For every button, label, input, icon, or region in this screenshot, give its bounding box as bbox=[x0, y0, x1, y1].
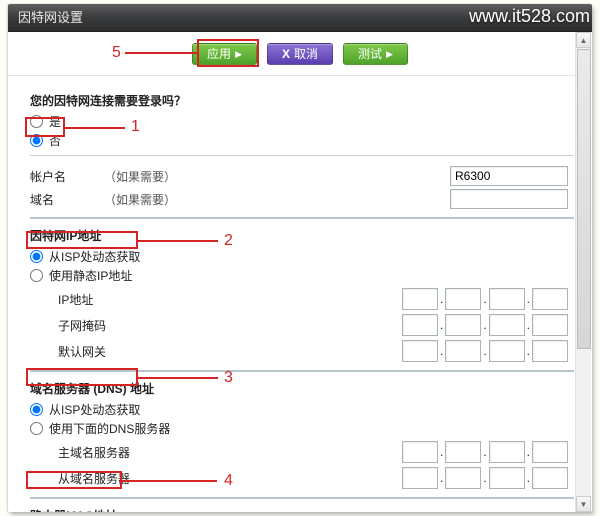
dns-manual-radio[interactable] bbox=[30, 422, 43, 435]
apply-label: 应用 bbox=[207, 44, 231, 64]
mask-oct-3[interactable] bbox=[489, 314, 525, 336]
dns2-oct-3[interactable] bbox=[489, 467, 525, 489]
dns1-oct-3[interactable] bbox=[489, 441, 525, 463]
settings-window: 因特网设置 应用 ▶ X 取消 测试 ▶ 您的因特网连接需要登录吗？ 是 否 帐… bbox=[8, 4, 592, 512]
content-area: 您的因特网连接需要登录吗？ 是 否 帐户名 （如果需要） 域名 （如果需要） 因… bbox=[8, 76, 592, 512]
ip-static-label: 使用静态IP地址 bbox=[49, 267, 132, 284]
cancel-button[interactable]: X 取消 bbox=[267, 43, 333, 65]
dns-dynamic-label: 从ISP处动态获取 bbox=[49, 401, 140, 418]
test-button[interactable]: 测试 ▶ bbox=[343, 43, 408, 65]
dns-primary-input-group: . . . bbox=[402, 441, 568, 463]
domain-hint: （如果需要） bbox=[104, 191, 176, 208]
gw-oct-1[interactable] bbox=[402, 340, 438, 362]
scrollbar[interactable]: ▲ ▼ bbox=[575, 32, 591, 512]
login-yes-radio[interactable] bbox=[30, 115, 43, 128]
divider bbox=[30, 497, 574, 499]
ip-address-row: IP地址 . . . bbox=[58, 288, 574, 310]
login-no-radio[interactable] bbox=[30, 134, 43, 147]
mac-section-title: 路由器MAC地址 bbox=[30, 507, 574, 512]
account-name-label: 帐户名 bbox=[30, 168, 100, 185]
dns-secondary-label: 从域名服务器 bbox=[58, 470, 178, 487]
divider bbox=[30, 370, 574, 372]
domain-input[interactable] bbox=[450, 189, 568, 209]
mask-oct-1[interactable] bbox=[402, 314, 438, 336]
scroll-down-button[interactable]: ▼ bbox=[576, 496, 591, 512]
play-icon: ▶ bbox=[386, 44, 393, 64]
divider bbox=[30, 217, 574, 219]
dns-secondary-input-group: . . . bbox=[402, 467, 568, 489]
ip-oct-4[interactable] bbox=[532, 288, 568, 310]
gw-oct-4[interactable] bbox=[532, 340, 568, 362]
gateway-row: 默认网关 . . . bbox=[58, 340, 574, 362]
dns-section-title: 域名服务器 (DNS) 地址 bbox=[30, 380, 574, 397]
login-no-option[interactable]: 否 bbox=[30, 132, 574, 149]
login-question: 您的因特网连接需要登录吗？ bbox=[30, 92, 574, 109]
subnet-row: 子网掩码 . . . bbox=[58, 314, 574, 336]
domain-row: 域名 （如果需要） bbox=[30, 189, 574, 209]
ip-address-label: IP地址 bbox=[58, 291, 178, 308]
login-yes-label: 是 bbox=[49, 113, 61, 130]
dns-secondary-row: 从域名服务器 . . . bbox=[58, 467, 574, 489]
ip-oct-1[interactable] bbox=[402, 288, 438, 310]
dns1-oct-2[interactable] bbox=[445, 441, 481, 463]
mask-oct-4[interactable] bbox=[532, 314, 568, 336]
scroll-up-button[interactable]: ▲ bbox=[576, 32, 591, 48]
play-icon: ▶ bbox=[235, 44, 242, 64]
toolbar: 应用 ▶ X 取消 测试 ▶ bbox=[8, 32, 592, 76]
window-title: 因特网设置 bbox=[18, 10, 83, 25]
dns-primary-row: 主域名服务器 . . . bbox=[58, 441, 574, 463]
ip-dynamic-option[interactable]: 从ISP处动态获取 bbox=[30, 248, 574, 265]
gw-oct-3[interactable] bbox=[489, 340, 525, 362]
ip-dynamic-radio[interactable] bbox=[30, 250, 43, 263]
ip-address-input-group: . . . bbox=[402, 288, 568, 310]
gateway-label: 默认网关 bbox=[58, 343, 178, 360]
divider bbox=[30, 155, 574, 156]
dns2-oct-2[interactable] bbox=[445, 467, 481, 489]
dns1-oct-1[interactable] bbox=[402, 441, 438, 463]
account-name-row: 帐户名 （如果需要） bbox=[30, 166, 574, 186]
scroll-thumb[interactable] bbox=[577, 49, 591, 349]
domain-label: 域名 bbox=[30, 191, 100, 208]
dns-primary-label: 主域名服务器 bbox=[58, 444, 178, 461]
subnet-input-group: . . . bbox=[402, 314, 568, 336]
apply-button[interactable]: 应用 ▶ bbox=[192, 43, 257, 65]
dns-manual-option[interactable]: 使用下面的DNS服务器 bbox=[30, 420, 574, 437]
gw-oct-2[interactable] bbox=[445, 340, 481, 362]
ip-oct-2[interactable] bbox=[445, 288, 481, 310]
login-yes-option[interactable]: 是 bbox=[30, 113, 574, 130]
account-name-input[interactable] bbox=[450, 166, 568, 186]
watermark-text: www.it528.com bbox=[469, 6, 590, 27]
dns2-oct-4[interactable] bbox=[532, 467, 568, 489]
ip-oct-3[interactable] bbox=[489, 288, 525, 310]
ip-static-option[interactable]: 使用静态IP地址 bbox=[30, 267, 574, 284]
dns-manual-label: 使用下面的DNS服务器 bbox=[49, 420, 170, 437]
test-label: 测试 bbox=[358, 44, 382, 64]
mask-oct-2[interactable] bbox=[445, 314, 481, 336]
dns-dynamic-option[interactable]: 从ISP处动态获取 bbox=[30, 401, 574, 418]
cancel-label: 取消 bbox=[294, 44, 318, 64]
account-name-hint: （如果需要） bbox=[104, 168, 176, 185]
login-no-label: 否 bbox=[49, 132, 61, 149]
dns1-oct-4[interactable] bbox=[532, 441, 568, 463]
dns-dynamic-radio[interactable] bbox=[30, 403, 43, 416]
gateway-input-group: . . . bbox=[402, 340, 568, 362]
ip-dynamic-label: 从ISP处动态获取 bbox=[49, 248, 140, 265]
ip-section-title: 因特网IP地址 bbox=[30, 227, 574, 244]
close-icon: X bbox=[282, 44, 290, 64]
ip-static-radio[interactable] bbox=[30, 269, 43, 282]
dns2-oct-1[interactable] bbox=[402, 467, 438, 489]
subnet-label: 子网掩码 bbox=[58, 317, 178, 334]
